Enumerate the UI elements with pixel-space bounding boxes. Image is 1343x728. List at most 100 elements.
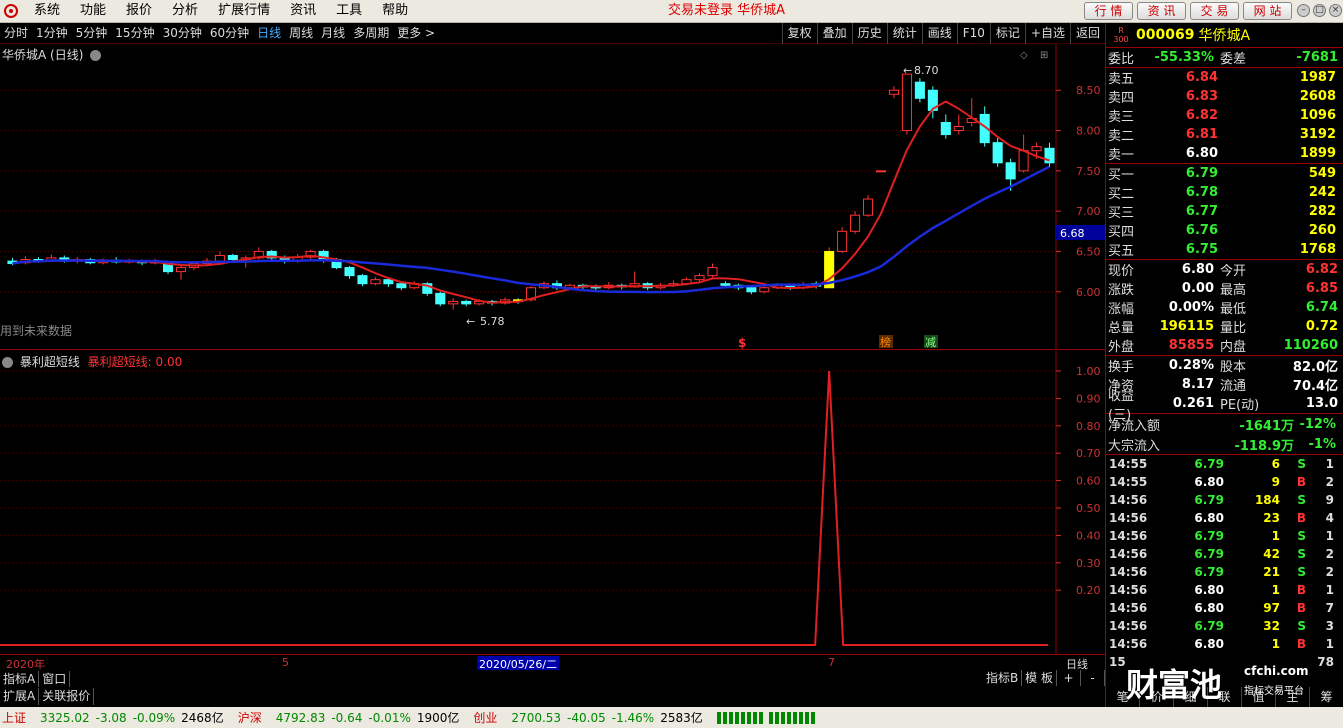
candle-body[interactable]	[837, 230, 848, 252]
candle-body[interactable]	[448, 300, 459, 305]
ask-row[interactable]: 卖五 6.84 1987	[1106, 68, 1343, 87]
tool-mark[interactable]: 标记	[989, 23, 1025, 44]
menu-help[interactable]: 帮助	[372, 0, 418, 22]
candle-body[interactable]	[863, 198, 874, 216]
title-dropdown-icon[interactable]	[90, 50, 102, 61]
menu-quote[interactable]: 报价	[116, 0, 162, 22]
menu-analysis[interactable]: 分析	[162, 0, 208, 22]
tab-window[interactable]: 窗口	[39, 671, 71, 687]
bid-row[interactable]: 买二 6.78 242	[1106, 183, 1343, 202]
tab-indicator-a[interactable]: 指标A	[0, 671, 40, 687]
ask-row[interactable]: 卖一 6.80 1899	[1106, 144, 1343, 163]
menu-function[interactable]: 功能	[70, 0, 116, 22]
minimize-icon[interactable]: –	[1297, 4, 1310, 17]
candle-body[interactable]	[953, 126, 964, 132]
period-daily[interactable]: 日线	[253, 23, 285, 43]
close-icon[interactable]: ×	[1329, 4, 1342, 17]
menu-tools[interactable]: 工具	[326, 0, 372, 22]
period-30min[interactable]: 30分钟	[159, 23, 206, 43]
tool-overlay[interactable]: 叠加	[816, 23, 852, 44]
candle-body[interactable]	[1031, 146, 1042, 152]
sh-index-label[interactable]: 上证	[2, 709, 26, 726]
candle-body[interactable]	[707, 267, 718, 277]
bid-row[interactable]: 买五 6.75 1768	[1106, 240, 1343, 259]
bid-row[interactable]: 买一 6.79 549	[1106, 164, 1343, 183]
tab-extension-a[interactable]: 扩展A	[0, 688, 40, 705]
market-button[interactable]: 行 情	[1084, 2, 1133, 20]
tab-template[interactable]: 模 板	[1022, 670, 1057, 686]
candle-body[interactable]	[914, 81, 925, 99]
zoom-in-button[interactable]: +	[1057, 670, 1081, 686]
candle-body[interactable]	[344, 267, 355, 277]
ask-row[interactable]: 卖四 6.83 2608	[1106, 87, 1343, 106]
period-monthly[interactable]: 月线	[317, 23, 349, 43]
tool-add-watchlist[interactable]: +自选	[1024, 23, 1070, 44]
candle-body[interactable]	[992, 142, 1003, 164]
maximize-icon[interactable]: □	[1313, 4, 1326, 17]
period-multi[interactable]: 多周期	[349, 23, 393, 43]
candle-body[interactable]	[175, 267, 187, 273]
period-weekly[interactable]: 周线	[285, 23, 317, 43]
tool-adjust[interactable]: 复权	[781, 23, 817, 44]
low-arrow-icon: ←	[466, 315, 475, 328]
tick-row: 14:56 6.80 1B1	[1109, 583, 1334, 597]
period-more[interactable]: 更多 >	[393, 23, 439, 43]
candle-body[interactable]	[1018, 150, 1029, 172]
bid-row[interactable]: 买三 6.77 282	[1106, 202, 1343, 221]
candle-body[interactable]	[214, 254, 225, 262]
period-15min[interactable]: 15分钟	[111, 23, 158, 43]
candle-body[interactable]	[940, 121, 951, 136]
tool-history[interactable]: 历史	[851, 23, 887, 44]
stock-name: 华侨城A	[1198, 28, 1251, 44]
indicator-dropdown-icon[interactable]	[2, 357, 13, 368]
candle-body[interactable]	[396, 283, 407, 289]
candle-body[interactable]	[759, 287, 770, 293]
sz-index-label[interactable]: 沪深	[238, 709, 262, 726]
tab-indicator-b[interactable]: 指标B	[983, 670, 1023, 686]
tool-f10[interactable]: F10	[956, 23, 990, 44]
indicator-svg[interactable]: 1.00 0.90 0.80 0.70 0.60 0.50 0.40 0.30 0.20	[0, 351, 1105, 655]
bid-row[interactable]: 买四 6.76 260	[1106, 221, 1343, 240]
candle-body[interactable]	[370, 279, 381, 285]
menu-extended[interactable]: 扩展行情	[208, 0, 280, 22]
indicator-chart[interactable]: 1.00 0.90 0.80 0.70 0.60 0.50 0.40 0.30 0.20 暴利超…	[0, 351, 1105, 655]
candle-body[interactable]	[888, 89, 899, 95]
tool-draw[interactable]: 画线	[921, 23, 957, 44]
date-july: 7	[828, 656, 835, 669]
diamond-icon[interactable]: ◇	[1020, 50, 1028, 61]
period-intraday[interactable]: 分时	[0, 23, 32, 43]
watermark-sub: 指标交易平台	[1244, 686, 1304, 697]
tab-related-quote[interactable]: 关联报价	[39, 688, 95, 705]
cy-index-label[interactable]: 创业	[473, 709, 497, 726]
kline-chart[interactable]: 8.50 8.00 7.50 7.00 6.50 6.00 8.70 ← ← 5.78 6…	[0, 44, 1105, 350]
kline-svg[interactable]: 8.50 8.00 7.50 7.00 6.50 6.00 8.70 ← ← 5.78 6…	[0, 44, 1105, 350]
quote-row: 涨幅 0.00% 最低 6.74	[1108, 300, 1338, 317]
news-button[interactable]: 资 讯	[1137, 2, 1186, 20]
tool-back[interactable]: 返回	[1069, 23, 1105, 44]
period-1min[interactable]: 1分钟	[32, 23, 72, 43]
candle-body[interactable]	[746, 287, 757, 293]
tool-stats[interactable]: 统计	[886, 23, 922, 44]
candle-body[interactable]	[1044, 147, 1055, 164]
zoom-out-button[interactable]: -	[1081, 670, 1105, 686]
candle-body[interactable]	[850, 214, 861, 232]
menu-news[interactable]: 资讯	[280, 0, 326, 22]
candle-body[interactable]	[227, 254, 238, 261]
candle-body[interactable]	[461, 300, 472, 305]
ask-row[interactable]: 卖二 6.81 3192	[1106, 125, 1343, 144]
website-button[interactable]: 网 站	[1243, 2, 1292, 20]
candle-body[interactable]	[357, 275, 368, 285]
candle-body[interactable]	[720, 283, 731, 286]
candle-body[interactable]	[383, 279, 394, 285]
candle-body[interactable]	[901, 73, 912, 132]
ask-row[interactable]: 卖三 6.82 1096	[1106, 106, 1343, 125]
candle-body[interactable]	[1005, 162, 1016, 180]
trade-button[interactable]: 交 易	[1190, 2, 1239, 20]
period-60min[interactable]: 60分钟	[206, 23, 253, 43]
menu-system[interactable]: 系统	[24, 0, 70, 22]
period-5min[interactable]: 5分钟	[72, 23, 112, 43]
zoom-icon[interactable]: ⊞	[1040, 50, 1048, 61]
candle-body[interactable]	[435, 292, 446, 305]
candle-body[interactable]	[694, 275, 705, 281]
candle-body[interactable]	[875, 170, 887, 173]
